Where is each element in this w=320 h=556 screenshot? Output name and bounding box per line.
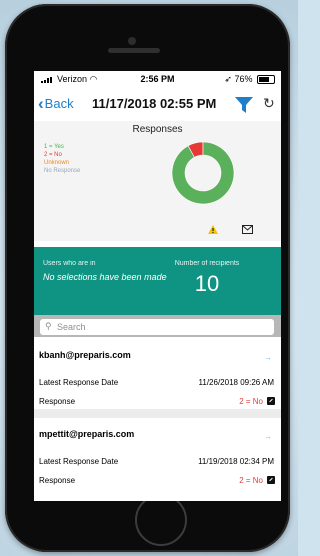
location-icon: ➶	[224, 74, 232, 84]
battery-icon	[257, 75, 275, 85]
list-item[interactable]: kbanh@preparis.com → Latest Response Dat…	[34, 339, 281, 409]
back-button[interactable]: ‹Back	[38, 94, 74, 113]
speaker	[108, 48, 160, 53]
recipient-email[interactable]: kbanh@preparis.com	[39, 350, 131, 360]
arrow-right-icon[interactable]: →	[264, 353, 272, 362]
back-label: Back	[44, 96, 74, 111]
filter-icon[interactable]	[234, 96, 254, 114]
chevron-left-icon: ‹	[38, 94, 44, 113]
camera	[128, 37, 136, 45]
battery-percent: 76%	[234, 74, 253, 84]
users-label: Users who are in	[43, 260, 96, 267]
response-value: 2 = No	[239, 476, 263, 485]
chart-legend: 1 = Yes 2 = No Unknown No Response	[44, 143, 80, 175]
chart-title: Responses	[132, 124, 183, 135]
response-value: 2 = No	[239, 397, 263, 406]
latest-response-label: Latest Response Date	[39, 378, 119, 387]
edit-icon[interactable]	[267, 476, 275, 484]
status-bar: Verizon ◠ 2:56 PM ➶ 76%	[34, 71, 281, 88]
recipients-label: Number of recipients	[174, 260, 240, 267]
page-title: 11/17/2018 02:55 PM	[92, 96, 217, 111]
legend-item-unknown: Unknown	[44, 160, 70, 166]
legend-item-no-response: No Response	[44, 168, 81, 174]
latest-response-value: 11/19/2018 02:34 PM	[198, 457, 274, 466]
donut-slice-1-yes	[171, 141, 235, 205]
app-screen: Verizon ◠ 2:56 PM ➶ 76% ‹Back 11/17/2018…	[34, 71, 281, 501]
responses-chart-card: Responses 1 = Yes 2 = No Unknown No Resp…	[34, 121, 281, 241]
donut-chart	[171, 141, 235, 205]
response-label: Response	[39, 476, 76, 485]
recipients-count: 10	[194, 271, 220, 296]
refresh-icon[interactable]: ↻	[263, 95, 275, 112]
legend-item-no: 2 = No	[44, 152, 62, 158]
legend-item-yes: 1 = Yes	[44, 144, 64, 150]
battery-status: ➶ 76%	[224, 74, 275, 85]
nav-bar: ‹Back 11/17/2018 02:55 PM ↻	[34, 88, 281, 120]
latest-response-label: Latest Response Date	[39, 457, 119, 466]
search-bar: ⚲ Search	[34, 315, 281, 337]
edit-icon[interactable]	[267, 397, 275, 405]
recipient-email[interactable]: mpettit@preparis.com	[39, 429, 134, 439]
arrow-right-icon[interactable]: →	[264, 432, 272, 441]
search-input[interactable]: ⚲ Search	[40, 319, 274, 335]
home-button[interactable]	[135, 494, 187, 546]
recipients-panel: Users who are in No selections have been…	[34, 247, 281, 315]
divider	[34, 409, 281, 418]
list-item[interactable]: mpettit@preparis.com → Latest Response D…	[34, 418, 281, 501]
response-label: Response	[39, 397, 76, 406]
responses-list: kbanh@preparis.com → Latest Response Dat…	[34, 339, 281, 501]
warning-icon[interactable]	[208, 225, 218, 234]
mail-icon[interactable]	[242, 225, 253, 234]
phone-frame: Verizon ◠ 2:56 PM ➶ 76% ‹Back 11/17/2018…	[5, 4, 290, 552]
latest-response-value: 11/26/2018 09:26 AM	[198, 378, 274, 387]
search-icon: ⚲	[45, 321, 52, 331]
search-placeholder: Search	[57, 322, 86, 332]
